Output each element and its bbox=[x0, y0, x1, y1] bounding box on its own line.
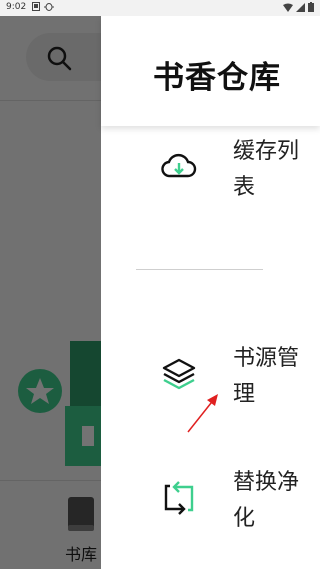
menu-item-cache-list-label: 缓存列表 bbox=[233, 139, 300, 200]
status-bar: 9:02 bbox=[0, 0, 320, 16]
cloud-download-icon bbox=[161, 153, 197, 178]
signal-icon bbox=[296, 2, 305, 12]
status-time: 9:02 bbox=[6, 2, 27, 12]
menu-item-book-source-label: 书源管理 bbox=[233, 346, 300, 407]
battery-icon bbox=[308, 2, 314, 12]
app-title: 书香仓库 bbox=[153, 60, 281, 96]
replace-arrows-icon bbox=[164, 481, 194, 515]
menu-item-replace-purify-label: 替换净化 bbox=[233, 470, 300, 531]
wifi-icon bbox=[283, 3, 293, 12]
navigation-drawer: 书香仓库 缓存列表 书源管理 替换净化 bbox=[101, 16, 320, 569]
annotation-arrow-icon bbox=[187, 394, 218, 433]
layers-icon bbox=[162, 358, 196, 390]
menu-divider bbox=[136, 269, 263, 270]
menu-item-replace-purify[interactable]: 替换净化 bbox=[101, 465, 320, 545]
notification-box-icon bbox=[32, 2, 40, 11]
menu-item-cache-list[interactable]: 缓存列表 bbox=[101, 134, 320, 214]
drawer-header: 书香仓库 bbox=[101, 16, 320, 126]
bug-icon bbox=[44, 3, 54, 11]
